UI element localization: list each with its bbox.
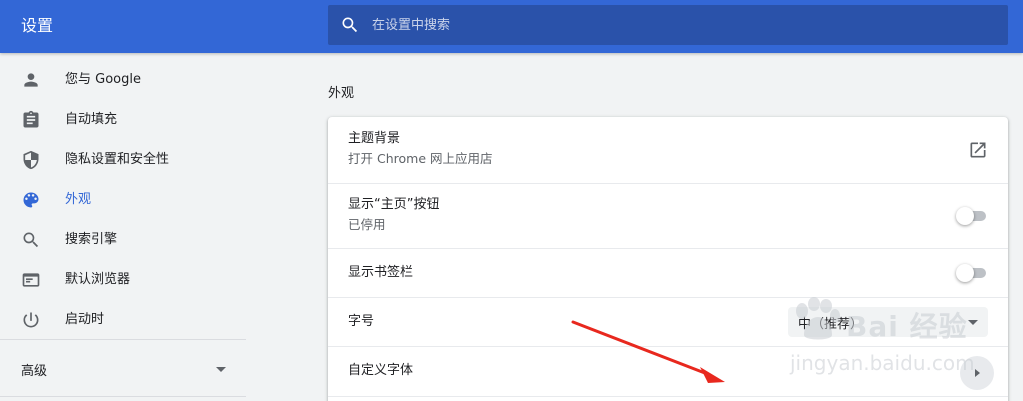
search-box[interactable] xyxy=(328,5,1008,45)
theme-row[interactable]: 主题背景 打开 Chrome 网上应用店 xyxy=(328,117,1008,183)
row-subtitle: 打开 Chrome 网上应用店 xyxy=(348,151,493,166)
home-button-toggle[interactable] xyxy=(956,207,986,225)
sidebar-item-label: 自动填充 xyxy=(65,112,118,127)
bookmarks-bar-row: 显示书签栏 xyxy=(328,248,1008,297)
sidebar-item-on-startup[interactable]: 启动时 xyxy=(0,300,246,340)
subpage-arrow-button[interactable] xyxy=(960,356,994,390)
browser-icon xyxy=(22,273,40,287)
advanced-label: 高级 xyxy=(21,364,48,379)
person-icon xyxy=(24,73,38,87)
dropdown-arrow-icon xyxy=(968,320,978,325)
toggle-knob xyxy=(956,264,974,282)
sidebar-item-you-and-google[interactable]: 您与 Google xyxy=(0,60,246,100)
sidebar-divider xyxy=(0,339,246,340)
bookmarks-bar-toggle[interactable] xyxy=(956,264,986,282)
row-subtitle: 已停用 xyxy=(348,217,386,232)
home-button-row: 显示“主页”按钮 已停用 xyxy=(328,183,1008,248)
font-size-select[interactable]: 中（推荐） xyxy=(788,307,988,337)
sidebar-item-label: 默认浏览器 xyxy=(65,272,131,287)
search-input[interactable] xyxy=(372,5,992,45)
sidebar-item-privacy[interactable]: 隐私设置和安全性 xyxy=(0,140,246,180)
sidebar-advanced-toggle[interactable]: 高级 xyxy=(0,349,246,389)
sidebar-item-label: 您与 Google xyxy=(65,72,141,87)
top-toolbar: 设置 xyxy=(0,0,1023,53)
arrow-right-icon xyxy=(975,369,980,377)
open-in-new-icon[interactable] xyxy=(968,140,988,160)
row-divider xyxy=(328,396,1008,401)
palette-icon xyxy=(23,192,39,208)
sidebar-item-label: 外观 xyxy=(65,192,92,207)
font-size-row: 字号 中（推荐） xyxy=(328,297,1008,346)
page-title: 设置 xyxy=(21,16,54,35)
row-title: 显示“主页”按钮 xyxy=(348,197,440,212)
section-title: 外观 xyxy=(328,86,355,101)
search-icon xyxy=(23,232,39,248)
sidebar-item-label: 隐私设置和安全性 xyxy=(65,152,170,167)
shield-icon xyxy=(23,150,39,170)
appearance-card: 主题背景 打开 Chrome 网上应用店 显示“主页”按钮 已停用 显示书签栏 … xyxy=(328,117,1008,401)
caret-down-icon xyxy=(216,367,226,372)
sidebar-item-label: 搜索引擎 xyxy=(65,232,118,247)
toggle-knob xyxy=(956,207,974,225)
customize-fonts-row[interactable]: 自定义字体 xyxy=(328,346,1008,396)
sidebar-nav: 您与 Google 自动填充 隐私设置和安全性 外观 搜索引擎 默认浏览器 启动… xyxy=(0,53,246,401)
sidebar-item-default-browser[interactable]: 默认浏览器 xyxy=(0,260,246,300)
search-icon xyxy=(342,17,358,33)
sidebar-item-label: 启动时 xyxy=(65,312,105,327)
row-title: 主题背景 xyxy=(348,131,401,146)
sidebar-item-appearance[interactable]: 外观 xyxy=(0,180,246,220)
row-title: 显示书签栏 xyxy=(348,265,414,280)
row-title: 字号 xyxy=(348,314,375,329)
sidebar-item-search-engine[interactable]: 搜索引擎 xyxy=(0,220,246,260)
sidebar-divider xyxy=(0,396,246,397)
clipboard-icon xyxy=(23,110,39,128)
row-title: 自定义字体 xyxy=(348,363,414,378)
select-value: 中（推荐） xyxy=(798,317,864,332)
power-icon xyxy=(23,312,39,328)
sidebar-item-autofill[interactable]: 自动填充 xyxy=(0,100,246,140)
